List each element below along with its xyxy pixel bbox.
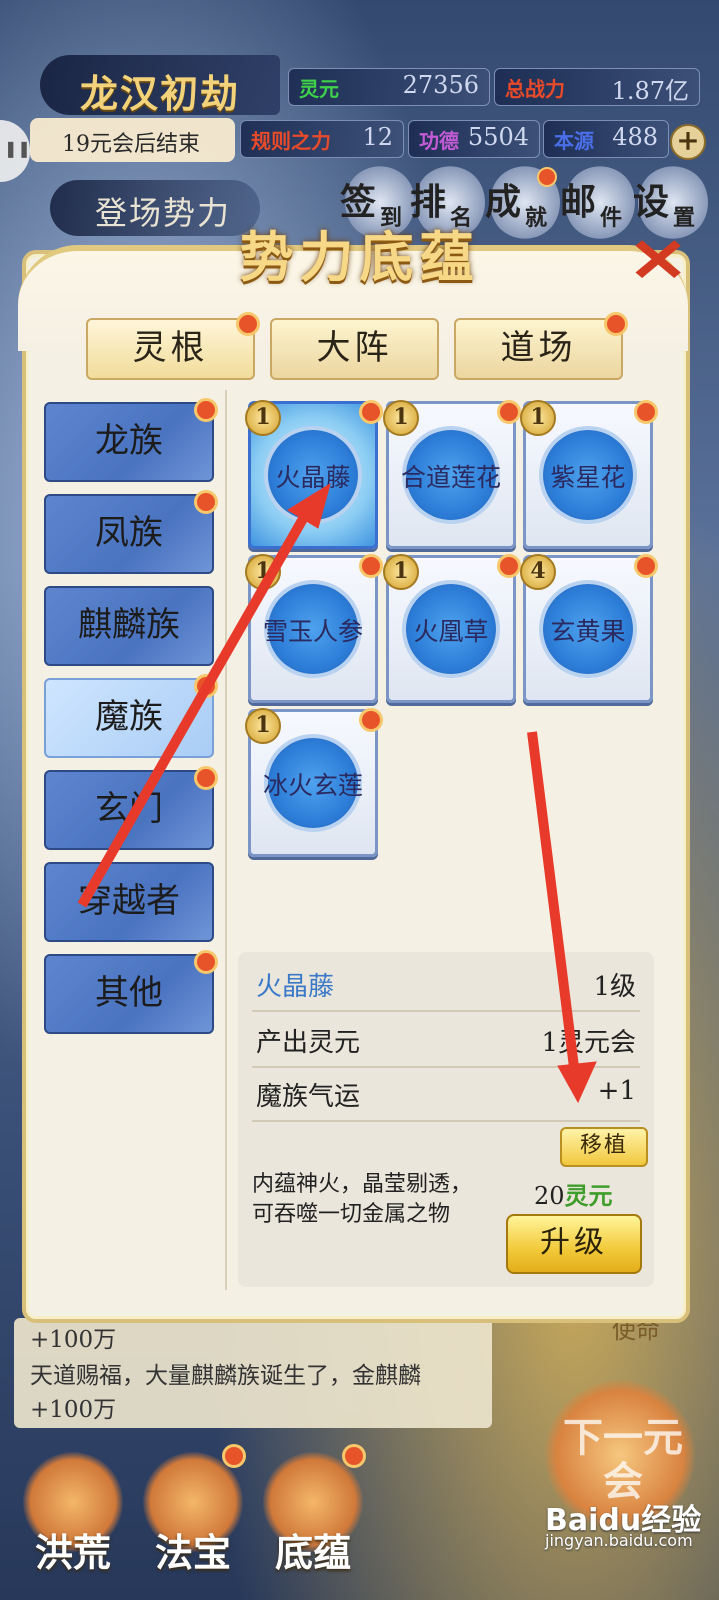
arrow-to-card	[77, 507, 313, 908]
arrow-head-icon	[557, 1061, 597, 1104]
watermark-url: jingyan.baidu.com	[545, 1531, 693, 1550]
arrow-head-icon	[287, 482, 331, 529]
baidu-watermark: Baidu经验 jingyan.baidu.com	[545, 1495, 710, 1565]
arrow-to-luck	[527, 731, 580, 1076]
annotation-arrows	[77, 482, 597, 1104]
